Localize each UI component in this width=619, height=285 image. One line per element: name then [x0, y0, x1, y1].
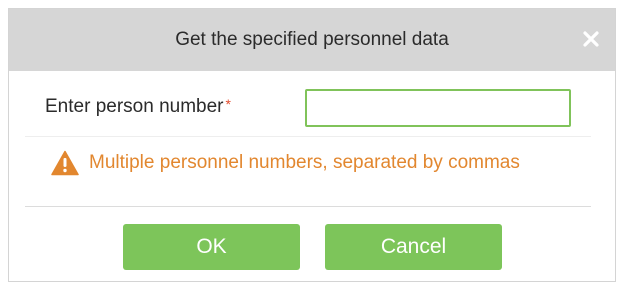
row-divider: [25, 136, 591, 137]
hint-message: Multiple personnel numbers, separated by…: [51, 150, 520, 176]
person-number-row: Enter person number *: [9, 84, 615, 138]
ok-button[interactable]: OK: [123, 224, 300, 270]
warning-icon: [51, 150, 79, 176]
dialog-titlebar: Get the specified personnel data: [9, 9, 615, 71]
cancel-button[interactable]: Cancel: [325, 224, 502, 270]
hint-text: Multiple personnel numbers, separated by…: [89, 152, 520, 173]
dialog-title: Get the specified personnel data: [175, 29, 449, 50]
person-number-label: Enter person number *: [45, 96, 231, 117]
get-personnel-dialog: Get the specified personnel data Enter p…: [8, 8, 616, 282]
required-marker: *: [225, 96, 231, 112]
person-number-input[interactable]: [305, 89, 571, 127]
footer-divider: [25, 206, 591, 207]
close-icon[interactable]: [579, 27, 603, 51]
